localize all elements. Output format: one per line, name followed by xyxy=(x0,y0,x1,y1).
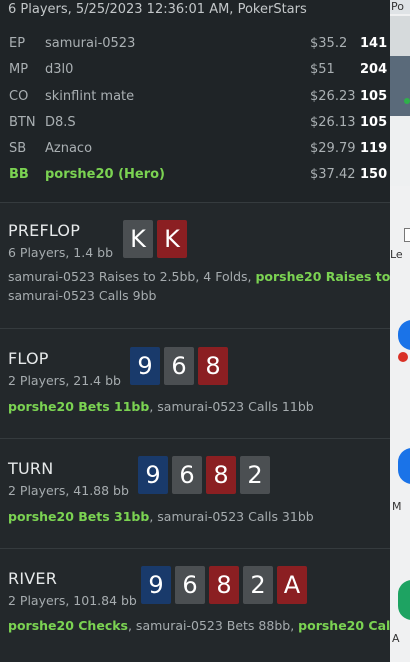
player-stack-bb: 150 b xyxy=(360,167,390,182)
street-preflop: PREFLOP 6 Players, 1.4 bb K K samurai-05… xyxy=(0,203,390,329)
card: 8 xyxy=(198,347,228,385)
board-cards: 9 6 8 2 xyxy=(138,456,270,494)
card: A xyxy=(277,566,307,604)
desktop-thumbnail xyxy=(390,16,410,56)
street-turn: TURN 2 Players, 41.88 bb 9 6 8 2 porshe2… xyxy=(0,439,390,549)
app-icon[interactable] xyxy=(398,352,408,362)
desktop-label: A xyxy=(392,632,400,645)
player-stack-bb: 204 b xyxy=(360,62,390,77)
board-cards: 9 6 8 2 A xyxy=(141,566,307,604)
player-stack: $37.42 xyxy=(310,167,356,182)
app-icon[interactable] xyxy=(398,580,410,620)
hero-action: porshe20 Bets 31bb xyxy=(8,509,150,524)
street-title: PREFLOP xyxy=(8,221,81,240)
desktop-thumbnail xyxy=(390,116,410,186)
player-stack: $26.23 xyxy=(310,89,356,104)
street-pot: 2 Players, 101.84 bb xyxy=(8,593,137,608)
street-actions: porshe20 Bets 31bb, samurai-0523 Calls 3… xyxy=(8,509,314,524)
street-pot: 6 Players, 1.4 bb xyxy=(8,245,114,260)
player-stack-bb: 119 b xyxy=(360,141,390,156)
player-name: porshe20 (Hero) xyxy=(45,167,165,182)
hand-title: 6 Players, 5/25/2023 12:36:01 AM, PokerS… xyxy=(8,2,307,17)
hero-action: porshe20 Checks xyxy=(8,618,128,633)
player-stack: $29.79 xyxy=(310,141,356,156)
street-title: RIVER xyxy=(8,569,58,588)
hand-history-panel: 6 Players, 5/25/2023 12:36:01 AM, PokerS… xyxy=(0,0,390,662)
desktop-label: Le xyxy=(390,248,403,261)
player-row-btn[interactable]: BTN D8.S $26.13 105 b xyxy=(0,115,390,135)
player-stack-bb: 105 b xyxy=(360,115,390,130)
street-actions: porshe20 Checks, samurai-0523 Bets 88bb,… xyxy=(8,618,390,633)
desktop-label: M xyxy=(392,500,402,513)
street-actions: porshe20 Bets 11bb, samurai-0523 Calls 1… xyxy=(8,399,314,414)
card: K xyxy=(157,220,187,258)
player-stack-bb: 105 b xyxy=(360,89,390,104)
player-row-sb[interactable]: SB Aznaco $29.79 119 b xyxy=(0,141,390,161)
hero-action: porshe20 Bets 11bb xyxy=(8,399,150,414)
board-cards: 9 6 8 xyxy=(130,347,228,385)
street-actions-cont: samurai-0523 Calls 9bb xyxy=(8,288,157,303)
card: 2 xyxy=(240,456,270,494)
player-name: skinflint mate xyxy=(45,89,135,104)
player-position: BB xyxy=(9,167,29,182)
player-position: CO xyxy=(9,89,29,104)
player-position: EP xyxy=(9,36,26,51)
street-actions: samurai-0523 Raises to 2.5bb, 4 Folds, p… xyxy=(8,269,390,284)
card: 2 xyxy=(243,566,273,604)
action-text: , samurai-0523 Calls 11bb xyxy=(149,399,314,414)
player-stack: $51 xyxy=(310,62,335,77)
card: 6 xyxy=(172,456,202,494)
hand-header: 6 Players, 5/25/2023 12:36:01 AM, PokerS… xyxy=(0,0,390,203)
player-name: D8.S xyxy=(45,115,76,130)
hero-action: porshe20 Calls 88b xyxy=(298,618,390,633)
player-position: MP xyxy=(9,62,29,77)
card: 9 xyxy=(138,456,168,494)
file-icon[interactable] xyxy=(404,228,410,242)
status-dot-icon xyxy=(404,98,410,104)
desktop-label: Po xyxy=(391,0,404,13)
card: 9 xyxy=(141,566,171,604)
app-icon[interactable] xyxy=(398,320,410,350)
player-position: BTN xyxy=(9,115,36,130)
player-name: Aznaco xyxy=(45,141,93,156)
player-row-bb-hero[interactable]: BB porshe20 (Hero) $37.42 150 b xyxy=(0,167,390,187)
desktop-background: Po Le M A xyxy=(390,0,410,662)
player-row-ep[interactable]: EP samurai-0523 $35.2 141 b xyxy=(0,36,390,56)
street-flop: FLOP 2 Players, 21.4 bb 9 6 8 porshe20 B… xyxy=(0,329,390,439)
action-text: , samurai-0523 Calls 31bb xyxy=(149,509,314,524)
street-title: FLOP xyxy=(8,349,49,368)
street-title: TURN xyxy=(8,459,54,478)
desktop-thumbnail xyxy=(390,56,410,116)
player-row-mp[interactable]: MP d3l0 $51 204 b xyxy=(0,62,390,82)
hole-cards: K K xyxy=(123,220,187,258)
action-text: , samurai-0523 Bets 88bb, xyxy=(127,618,299,633)
desktop-title-fragment: Po xyxy=(390,0,410,14)
player-position: SB xyxy=(9,141,27,156)
player-stack-bb: 141 b xyxy=(360,36,390,51)
card: 6 xyxy=(175,566,205,604)
card: K xyxy=(123,220,153,258)
street-river: RIVER 2 Players, 101.84 bb 9 6 8 2 A por… xyxy=(0,549,390,662)
street-pot: 2 Players, 21.4 bb xyxy=(8,373,121,388)
app-icon[interactable] xyxy=(398,448,410,484)
street-pot: 2 Players, 41.88 bb xyxy=(8,483,129,498)
card: 8 xyxy=(209,566,239,604)
card: 9 xyxy=(130,347,160,385)
action-text: samurai-0523 Raises to 2.5bb, 4 Folds, xyxy=(8,269,256,284)
player-stack: $26.13 xyxy=(310,115,356,130)
player-row-co[interactable]: CO skinflint mate $26.23 105 b xyxy=(0,89,390,109)
hero-action: porshe20 Raises to 11bb xyxy=(255,269,390,284)
card: 8 xyxy=(206,456,236,494)
player-stack: $35.2 xyxy=(310,36,348,51)
player-name: samurai-0523 xyxy=(45,36,136,51)
card: 6 xyxy=(164,347,194,385)
player-name: d3l0 xyxy=(45,62,74,77)
